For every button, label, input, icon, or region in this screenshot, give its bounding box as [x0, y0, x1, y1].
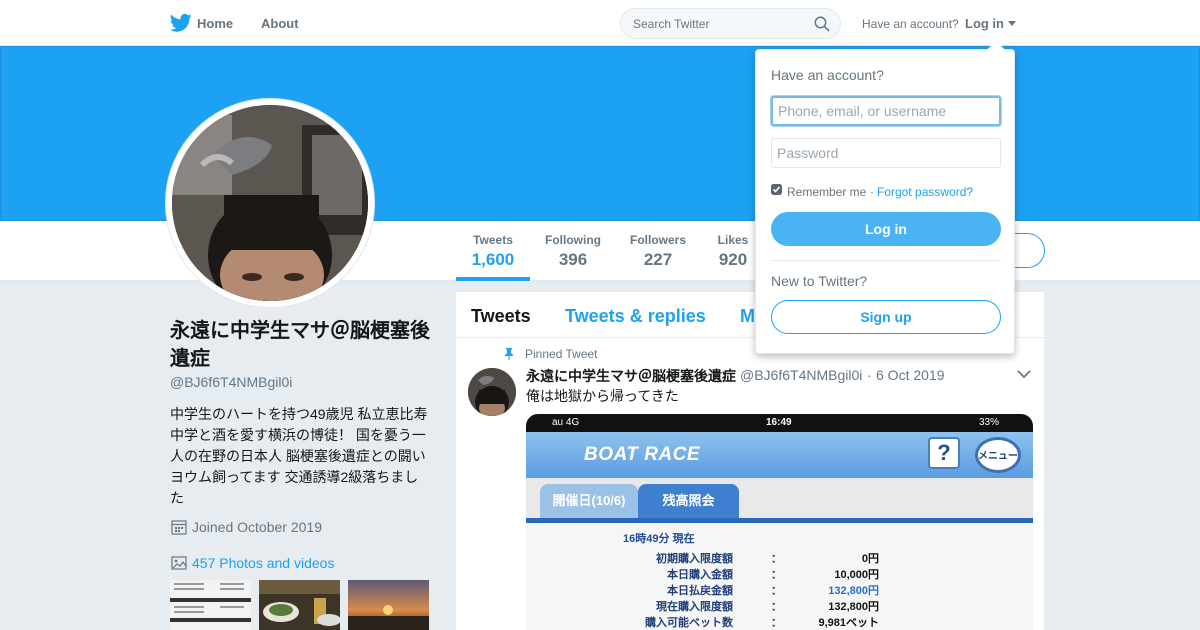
- login-button[interactable]: Log in: [771, 212, 1001, 246]
- tab-tweets-replies[interactable]: Tweets & replies: [565, 306, 706, 327]
- search-icon[interactable]: [814, 16, 830, 32]
- balance-label: 購入可能ベット数: [645, 617, 733, 629]
- phone-status-bar: au 4G 16:49 33%: [526, 414, 1033, 432]
- balance-value: 10,000円: [834, 569, 879, 581]
- tweet-text: 俺は地獄から帰ってきた: [526, 388, 679, 404]
- balance-label: 本日購入金額: [667, 569, 733, 581]
- twitter-bird-icon[interactable]: [170, 13, 192, 33]
- have-account-text: Have an account?: [862, 17, 959, 31]
- avatar-illustration: [172, 105, 368, 301]
- balance-value: 132,800円: [828, 601, 879, 613]
- tweet-avatar[interactable]: [468, 368, 516, 416]
- balance-value: 0円: [861, 553, 879, 565]
- balance-value: 9,981ベット: [818, 617, 879, 629]
- stat-tweets-value: 1,600: [471, 250, 515, 269]
- balance-row: 現在購入限度額 ： 132,800円: [526, 598, 1033, 614]
- stat-following-label: Following: [545, 233, 601, 247]
- forgot-password-link[interactable]: Forgot password?: [877, 185, 973, 199]
- tweet-media-image[interactable]: au 4G 16:49 33% BOAT RACE ? メニュー 開催日(10/…: [526, 414, 1033, 630]
- stat-tweets[interactable]: Tweets 1,600: [466, 233, 520, 270]
- phone-time: 16:49: [766, 417, 792, 428]
- login-menu-button[interactable]: Log in: [965, 16, 1004, 31]
- profile-bio: 中学生のハートを持つ49歳児 私立恵比寿中学と酒を愛す横浜の博徒！ 国を憂う一人…: [170, 406, 428, 506]
- avatar-photo: [172, 105, 368, 301]
- stat-likes-value: 920: [718, 250, 748, 269]
- balance-row: 初期購入限度額 ： 0円: [526, 550, 1033, 566]
- boatrace-tab-date: 開催日(10/6): [540, 484, 638, 518]
- dropdown-caret: [987, 40, 1005, 50]
- balance-label: 本日払戻金額: [667, 585, 733, 597]
- tweet-date[interactable]: 6 Oct 2019: [876, 367, 945, 383]
- help-icon: ?: [928, 437, 960, 469]
- tweet-author-handle[interactable]: @BJ6f6T4NMBgil0i: [740, 367, 862, 383]
- balance-row: 購入可能ベット数 ： 9,981ベット: [526, 614, 1033, 630]
- profile-name[interactable]: 永遠に中学生マサ＠脳梗塞後遺症: [170, 317, 440, 373]
- photo-icon: [171, 556, 187, 570]
- photos-videos-link[interactable]: 457 Photos and videos: [192, 555, 334, 571]
- stat-tweets-label: Tweets: [473, 233, 513, 247]
- boatrace-title: BOAT RACE: [584, 444, 701, 465]
- profile-handle[interactable]: @BJ6f6T4NMBgil0i: [170, 374, 292, 390]
- stat-likes[interactable]: Likes 920: [713, 233, 753, 270]
- calendar-icon: [171, 520, 187, 535]
- search-placeholder: Search Twitter: [633, 17, 710, 31]
- profile-avatar[interactable]: [165, 98, 375, 308]
- menu-label: メニュー: [978, 451, 1018, 462]
- chevron-down-icon[interactable]: [1017, 369, 1031, 379]
- top-navigation: Home About Search Twitter Have an accoun…: [0, 0, 1200, 46]
- stat-following[interactable]: Following 396: [542, 233, 604, 270]
- boatrace-timestamp: 16時49分 現在: [623, 533, 695, 545]
- dropdown-divider: [771, 260, 1001, 261]
- boatrace-tab-balance: 残高照会: [638, 484, 739, 518]
- balance-row: 本日払戻金額 ： 132,800円: [526, 582, 1033, 598]
- balance-value: 132,800円: [828, 585, 879, 597]
- password-input[interactable]: [771, 138, 1001, 168]
- media-thumbnail[interactable]: [170, 580, 251, 630]
- tweet-separator-dot: ·: [867, 367, 872, 383]
- active-tab-underline: [456, 277, 530, 281]
- remember-me-checkbox[interactable]: [771, 184, 782, 195]
- search-box[interactable]: Search Twitter: [620, 8, 841, 39]
- tab-tweets[interactable]: Tweets: [471, 306, 531, 327]
- stat-followers-value: 227: [643, 250, 673, 269]
- profile-joined-date: Joined October 2019: [192, 519, 322, 535]
- pin-icon: [505, 348, 513, 360]
- tab-media[interactable]: M: [740, 306, 755, 327]
- balance-row: 本日購入金額 ： 10,000円: [526, 566, 1033, 582]
- new-to-twitter-text: New to Twitter?: [771, 273, 868, 289]
- balance-colon: ：: [771, 617, 782, 629]
- phone-battery: 33%: [979, 417, 1000, 428]
- media-thumbnail[interactable]: [259, 580, 340, 630]
- stat-followers-label: Followers: [629, 233, 686, 247]
- boatrace-header: BOAT RACE ? メニュー: [526, 432, 1033, 478]
- media-thumbnail[interactable]: [348, 580, 429, 630]
- separator-dot: ·: [870, 185, 874, 199]
- balance-colon: ：: [771, 601, 782, 613]
- dropdown-title: Have an account?: [771, 67, 884, 83]
- nav-home-link[interactable]: Home: [197, 16, 233, 31]
- username-input[interactable]: [771, 96, 1001, 126]
- phone-carrier: au 4G: [552, 417, 580, 428]
- nav-about-link[interactable]: About: [261, 16, 299, 31]
- stat-following-value: 396: [558, 250, 588, 269]
- remember-me-label[interactable]: Remember me: [787, 185, 866, 199]
- stat-followers[interactable]: Followers 227: [627, 233, 689, 270]
- caret-down-icon[interactable]: [1008, 21, 1016, 26]
- signup-button[interactable]: Sign up: [771, 300, 1001, 334]
- balance-colon: ：: [771, 569, 782, 581]
- tweet-author-name[interactable]: 永遠に中学生マサ＠脳梗塞後遺症: [526, 366, 736, 386]
- login-dropdown: Have an account? Remember me · Forgot pa…: [755, 49, 1015, 354]
- balance-colon: ：: [771, 553, 782, 565]
- balance-colon: ：: [771, 585, 782, 597]
- balance-label: 現在購入限度額: [656, 601, 733, 613]
- balance-label: 初期購入限度額: [656, 553, 733, 565]
- stat-likes-label: Likes: [717, 233, 749, 247]
- pinned-tweet-label: Pinned Tweet: [525, 347, 598, 361]
